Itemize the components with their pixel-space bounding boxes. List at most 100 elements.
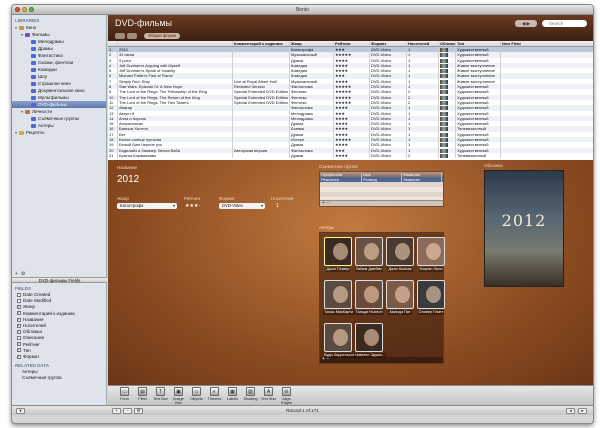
field-checkbox[interactable] — [17, 298, 21, 303]
crew-row[interactable]: Режиссер Роланд Эммерих — [320, 177, 443, 182]
column-header[interactable]: Комментарий к изданию — [233, 41, 290, 46]
form-view-icon[interactable] — [127, 33, 137, 39]
field-item[interactable]: Формат — [12, 354, 107, 360]
actor-card[interactable]: Аманда Пит — [385, 280, 415, 322]
actor-card[interactable]: Томас МакКарти — [323, 280, 354, 322]
form-tab[interactable]: Общая форма — [144, 33, 181, 39]
sidebar-item[interactable]: Страшное кино — [12, 80, 106, 87]
table-cell[interactable] — [439, 152, 456, 159]
actor-card[interactable]: Таньди Ньютон — [354, 280, 384, 322]
column-header[interactable]: Обложка — [439, 41, 456, 46]
related-item[interactable]: Съёмочная группа — [12, 375, 107, 381]
rating-value[interactable]: ★★★· — [185, 203, 200, 209]
sidebar-item[interactable]: Фантастика — [12, 52, 106, 59]
add-actor-icon[interactable]: + − — [322, 356, 329, 362]
toolbar-text-box-button[interactable]: T Text Box — [152, 386, 169, 405]
actor-photo[interactable] — [386, 280, 414, 309]
zoom-icon[interactable] — [29, 7, 34, 12]
actor-card[interactable]: Морган Лили — [416, 237, 446, 279]
toolbar-image-box-button[interactable]: ▣ Image Box — [170, 386, 187, 405]
table-cell[interactable]: Братья Карамазовы — [118, 152, 233, 159]
sidebar-item[interactable]: Документальное кино — [12, 87, 106, 94]
sidebar-item[interactable]: Мелодрамы — [12, 38, 106, 45]
actor-photo[interactable] — [355, 237, 383, 266]
column-header[interactable]: Рейтинг — [334, 41, 370, 46]
format-select[interactable]: DVD-Video — [219, 203, 265, 209]
sidebar-item[interactable]: ▾ Личности — [12, 108, 106, 115]
record-nav[interactable]: ◀ ▶ — [515, 20, 537, 27]
column-header[interactable]: New Field — [501, 41, 593, 46]
toolbar-form-button[interactable]: ▭ Form — [116, 386, 133, 405]
remove-record-icon[interactable]: − — [123, 408, 132, 414]
actor-photo[interactable] — [355, 323, 383, 352]
sidebar-item[interactable]: Комедии — [12, 66, 106, 73]
sidebar-item[interactable]: Мультфильмы — [12, 94, 106, 101]
table-cell[interactable] — [501, 153, 593, 158]
column-header[interactable]: Жанр — [290, 41, 334, 46]
field-checkbox[interactable] — [17, 304, 21, 310]
minimize-icon[interactable] — [22, 7, 27, 12]
field-checkbox[interactable] — [17, 317, 21, 323]
next-record-icon[interactable]: ▸ — [578, 408, 587, 414]
field-checkbox[interactable] — [17, 311, 21, 317]
column-header[interactable]: Тип — [456, 41, 501, 46]
toolbar-shading-button[interactable]: ▧ Shading — [242, 386, 259, 405]
sidebar-item[interactable]: Драмы — [12, 45, 106, 52]
gear-icon[interactable]: ⚙ — [21, 271, 25, 277]
toolbar-themes-button[interactable]: ◐ Themes — [206, 386, 223, 405]
sidebar-item[interactable]: Актеры — [12, 122, 106, 129]
record-gear-icon[interactable]: ⚙ — [134, 408, 143, 414]
field-checkbox[interactable] — [17, 354, 21, 360]
column-header[interactable]: Носителей — [407, 41, 439, 46]
toolbar-objects-button[interactable]: ◇ Objects — [188, 386, 205, 405]
actor-photo[interactable] — [324, 280, 352, 309]
crew-cell[interactable]: Эммерих — [402, 177, 442, 182]
actor-photo[interactable] — [417, 237, 445, 266]
field-checkbox[interactable] — [17, 323, 21, 329]
cover-image[interactable]: 2012 — [484, 170, 564, 287]
name-value[interactable]: 2012 — [117, 174, 139, 185]
table-cell[interactable] — [233, 152, 290, 159]
actor-card[interactable]: Лайам Джеймс — [354, 237, 384, 279]
add-library-icon[interactable]: + — [15, 271, 18, 277]
crew-cell[interactable]: Режиссер — [320, 177, 362, 182]
actor-card[interactable]: Оливер Платт — [416, 280, 446, 322]
toolbar-labels-button[interactable]: ▦ Labels — [224, 386, 241, 405]
sidebar-item[interactable]: Съёмочные группы — [12, 115, 106, 122]
sidebar-item[interactable]: ▾ Кино — [12, 24, 106, 31]
actor-photo[interactable] — [324, 237, 352, 266]
toolbar-align-edges-button[interactable]: ⊟ Align Edges — [278, 386, 295, 405]
actor-card[interactable]: Джон Кьюсак — [385, 237, 415, 279]
column-header[interactable]: Формат — [370, 41, 407, 46]
sidebar-item[interactable]: ▾ Рецепты — [12, 129, 106, 136]
column-header[interactable] — [118, 41, 233, 46]
sidebar-item[interactable]: Сказки, фентези — [12, 59, 106, 66]
field-checkbox[interactable] — [17, 292, 21, 297]
field-checkbox[interactable] — [17, 348, 21, 354]
toolbar-field-button[interactable]: ▤ Field — [134, 386, 151, 405]
table-cell[interactable]: 2 — [407, 152, 439, 159]
table-row[interactable]: 21 Братья Карамазовы Драма ★★★★ DVD-Video 2 Те… — [108, 152, 593, 159]
field-checkbox[interactable] — [17, 342, 21, 347]
toolbar-text-size-button[interactable]: A Text Size — [260, 386, 277, 405]
field-checkbox[interactable] — [17, 336, 21, 341]
actor-photo[interactable] — [355, 280, 383, 309]
add-record-icon[interactable]: + — [112, 408, 121, 414]
actor-photo[interactable] — [386, 237, 414, 266]
table-cell[interactable]: Драма — [290, 152, 334, 159]
search-field[interactable]: Search — [542, 20, 587, 27]
sidebar-toggle-icon[interactable]: ▾ — [16, 408, 25, 414]
table-cell[interactable]: Телевизионный — [456, 152, 501, 159]
actor-photo[interactable] — [417, 280, 445, 309]
actor-card[interactable]: Джон Гловер — [323, 237, 353, 279]
table-view-icon[interactable] — [115, 33, 125, 39]
genre-select[interactable]: Катастрофа — [117, 203, 177, 209]
sidebar-item[interactable]: Шоу — [12, 73, 106, 80]
sidebar-item[interactable]: ▾ Фильмы — [12, 31, 106, 38]
sidebar-item[interactable]: DVD-фильмы — [12, 101, 106, 108]
table-cell[interactable]: DVD-Video — [370, 152, 407, 159]
carriers-value[interactable]: 1 — [276, 203, 279, 209]
field-checkbox[interactable] — [17, 329, 21, 335]
prev-record-icon[interactable]: ◂ — [566, 408, 575, 414]
actor-photo[interactable] — [324, 323, 352, 352]
